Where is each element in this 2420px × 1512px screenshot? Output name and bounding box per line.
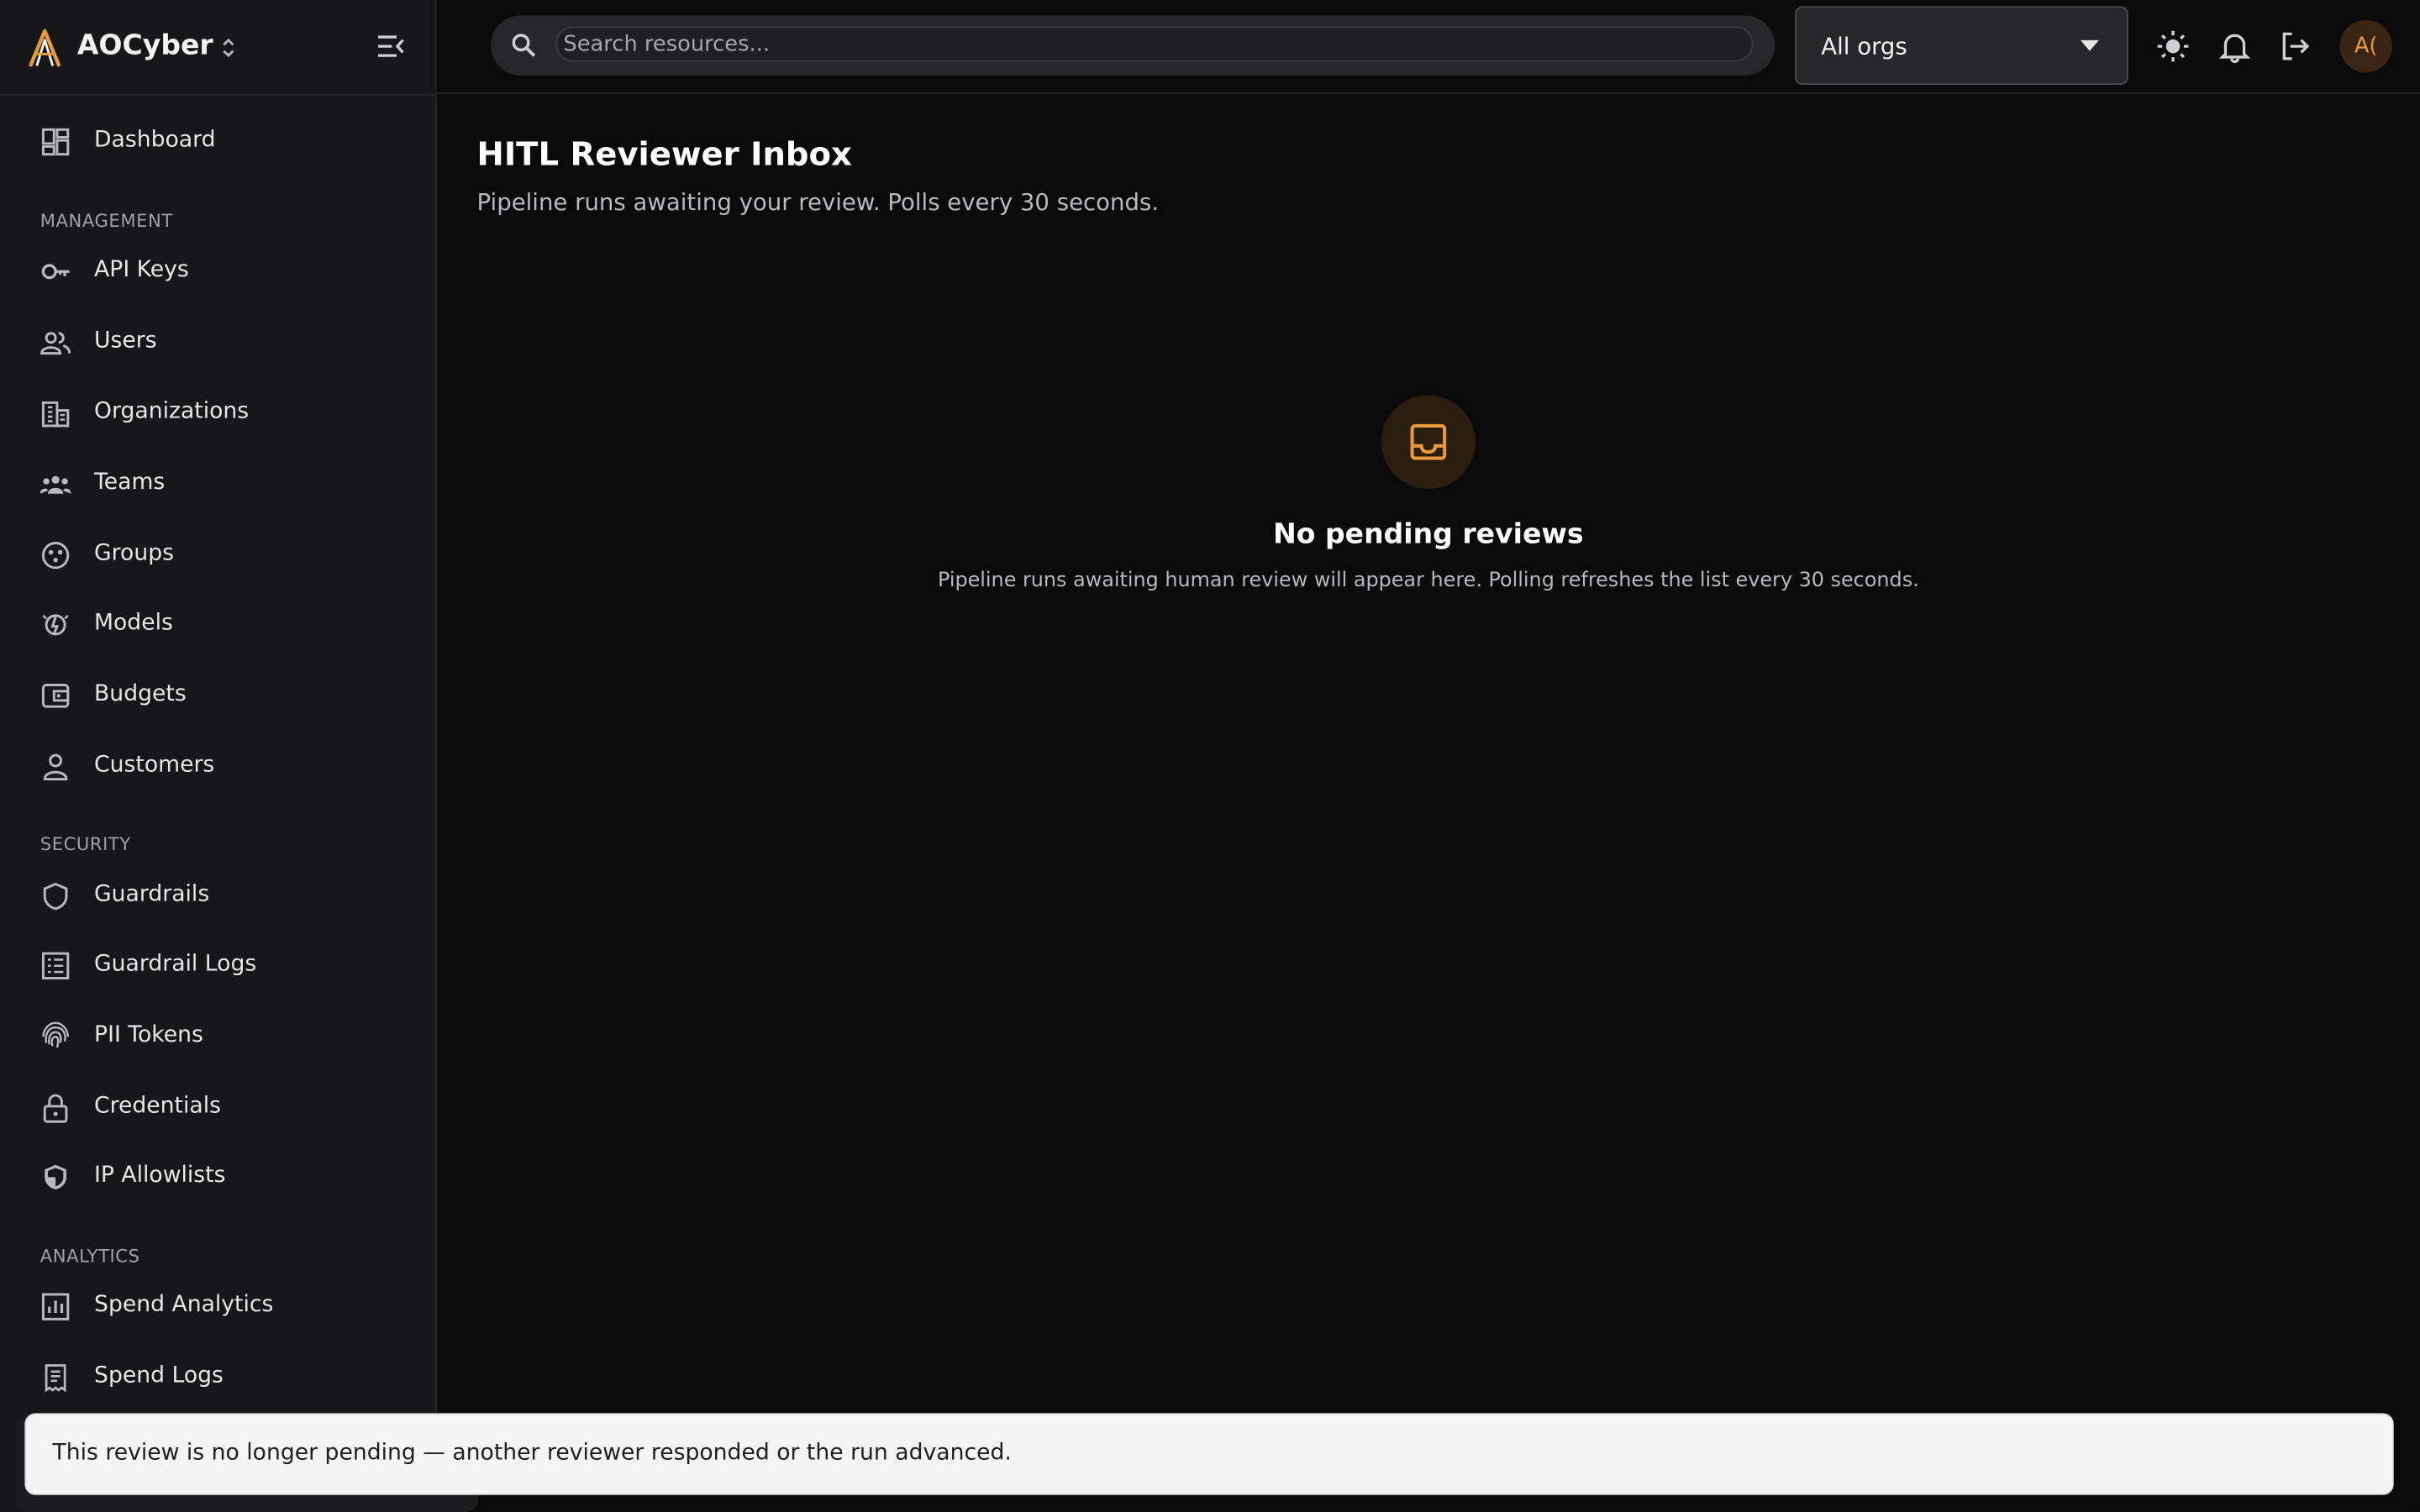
building-icon [41,401,70,428]
groups-icon [41,542,70,570]
person-icon [43,753,68,781]
sidebar-item-models[interactable]: Models [15,594,419,655]
sidebar-item-guardrails[interactable]: Guardrails [15,865,419,927]
sidebar-item-label: Guardrails [94,882,210,907]
sidebar-item-users[interactable]: Users [15,312,419,373]
dashboard-icon [41,128,70,156]
list-icon [41,952,70,979]
notifications-bell-icon[interactable] [2217,29,2251,64]
section-label-management: MANAGEMENT [39,209,173,232]
page-subtitle: Pipeline runs awaiting your review. Poll… [476,188,1160,217]
sidebar-item-label: Groups [94,541,175,567]
sidebar-item-label: Teams [94,470,166,496]
logout-icon[interactable] [2278,29,2312,63]
sidebar-item-label: Guardrail Logs [94,952,257,977]
sidebar-item-organizations[interactable]: Organizations [15,383,419,444]
app-logo-icon [29,29,60,67]
models-icon [42,614,69,636]
toast-message: This review is no longer pending — anoth… [52,1441,1012,1466]
search-bar [491,15,1776,76]
sidebar-item-groups[interactable]: Groups [15,524,419,585]
sidebar-item-credentials[interactable]: Credentials [15,1077,419,1138]
sidebar-item-spend-logs[interactable]: Spend Logs [15,1347,419,1408]
sidebar-item-label: Customers [94,753,215,778]
shield-icon [43,882,68,911]
sidebar-item-guardrail-logs[interactable]: Guardrail Logs [15,935,419,996]
sidebar-item-teams[interactable]: Teams [15,454,419,515]
sidebar-item-label: Spend Logs [94,1363,224,1389]
org-selector[interactable]: All orgs [1795,6,2128,86]
section-label-security: SECURITY [39,832,131,855]
inbox-icon [1410,423,1447,460]
users-icon [40,332,71,355]
section-label-analytics: ANALYTICS [39,1245,140,1267]
bar-chart-icon [41,1293,70,1320]
sidebar-item-label: Organizations [94,399,250,425]
org-selector-value: All orgs [1821,32,1907,60]
app-canvas: AOCyber Dashboard MANAGEMENT API Keys Us… [0,0,2420,1512]
sidebar-item-label: PII Tokens [94,1022,203,1048]
sidebar-item-label: IP Allowlists [94,1163,226,1189]
sidebar: AOCyber Dashboard MANAGEMENT API Keys Us… [0,0,437,1512]
sidebar-item-ip-allowlists[interactable]: IP Allowlists [15,1147,419,1208]
sidebar-item-dashboard[interactable]: Dashboard [15,111,419,172]
receipt-icon [45,1364,66,1393]
sidebar-item-label: API Keys [94,257,189,283]
app-name[interactable]: AOCyber [77,29,213,62]
org-switch-chevron-icon[interactable] [219,33,238,64]
empty-state-title: No pending reviews [1273,518,1584,551]
sidebar-item-label: Credentials [94,1094,221,1119]
lock-icon [43,1094,68,1123]
fingerprint-icon [42,1021,70,1048]
search-input[interactable] [555,26,1754,62]
page-title: HITL Reviewer Inbox [476,135,852,173]
empty-state-badge [1381,395,1476,490]
search-icon [512,34,536,57]
empty-state-description: Pipeline runs awaiting human review will… [937,569,1919,593]
avatar[interactable]: A( [2339,19,2392,73]
caret-down-icon [2080,39,2099,51]
wallet-icon [41,684,70,708]
theme-toggle-sun-icon[interactable] [2156,29,2190,63]
sidebar-item-label: Spend Analytics [94,1293,274,1318]
toast-notification[interactable]: This review is no longer pending — anoth… [24,1413,2394,1495]
brand-header: AOCyber [0,0,435,96]
sidebar-item-api-keys[interactable]: API Keys [15,241,419,302]
sidebar-item-customers[interactable]: Customers [15,736,419,797]
sidebar-item-label: Models [94,611,173,636]
sidebar-item-label: Users [94,328,157,354]
sidebar-item-spend-analytics[interactable]: Spend Analytics [15,1276,419,1337]
sidebar-item-label: Budgets [94,681,187,707]
shield-half-icon [45,1164,66,1190]
sidebar-item-pii-tokens[interactable]: PII Tokens [15,1006,419,1068]
topbar: All orgs A( [436,0,2420,95]
sidebar-item-budgets[interactable]: Budgets [15,665,419,727]
sidebar-item-label: Dashboard [94,128,216,153]
key-icon [41,264,70,280]
teams-icon [39,475,71,494]
collapse-sidebar-icon[interactable] [373,29,407,63]
